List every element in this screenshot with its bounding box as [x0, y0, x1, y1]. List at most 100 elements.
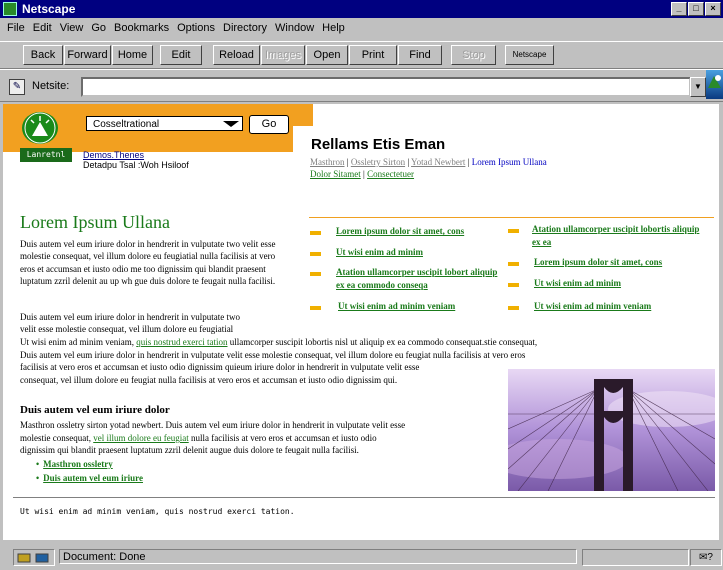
dropdown-arrow-icon	[223, 121, 239, 127]
related-links: Masthron | Ossletry Sirton | Yotad Newbe…	[310, 157, 547, 179]
status-bar: Document: Done ✉?	[0, 546, 723, 568]
scrollbar[interactable]	[719, 104, 723, 540]
site-logo-icon	[22, 112, 58, 144]
reload-button[interactable]: Reload	[213, 45, 260, 65]
para2-line1: Duis autem vel eum iriure dolor in hendr…	[20, 312, 240, 322]
bullet-link-left-4[interactable]: Ut wisi enim ad minim veniam	[338, 300, 503, 313]
footer-text: Ut wisi enim ad minim veniam, quis nostr…	[20, 507, 295, 516]
para3-line2: molestie consequat, vel illum dolore eu …	[20, 432, 377, 444]
find-button[interactable]: Find	[398, 45, 442, 65]
para3-text: nulla facilisis at vero eros et accumsan…	[190, 433, 377, 443]
menu-options[interactable]: Options	[177, 22, 215, 38]
bullet-icon	[508, 229, 519, 233]
quis-nostrud-link[interactable]: quis nostrud exerci tation	[136, 337, 227, 347]
back-button[interactable]: Back	[23, 45, 63, 65]
bottom-divider	[13, 497, 715, 498]
location-dropdown-icon[interactable]: ▼	[690, 77, 706, 97]
section-subheading: Duis autem vel eum iriure dolor	[20, 404, 170, 416]
bullet-icon	[508, 283, 519, 287]
go-button[interactable]: Go	[249, 115, 289, 134]
related-link-dolor[interactable]: Dolor Sitamet	[310, 169, 361, 179]
bullet-link-right-1[interactable]: Atation ullamcorper uscipit lobortis ali…	[532, 223, 704, 249]
menu-go[interactable]: Go	[91, 22, 106, 38]
para2-text: Ut wisi enim ad minim veniam,	[20, 337, 134, 347]
green-link-label: Duis autem vel eum iriure	[43, 473, 143, 483]
netscape-throbber-icon	[706, 70, 723, 99]
bullet-link-left-1[interactable]: Lorem ipsum dolor sit amet, cons	[336, 225, 496, 238]
menu-file[interactable]: File	[7, 22, 25, 38]
title-bar: Netscape _ □ ×	[0, 0, 723, 18]
section-divider	[309, 217, 714, 218]
home-button[interactable]: Home	[112, 45, 153, 65]
close-button[interactable]: ×	[705, 2, 721, 16]
print-button[interactable]: Print	[349, 45, 397, 65]
bullet-icon	[310, 306, 321, 310]
images-button[interactable]: Images	[261, 45, 305, 65]
related-link-ossletry[interactable]: Ossletry Sirton	[351, 157, 405, 167]
green-link-2[interactable]: • Duis autem vel eum iriure	[36, 473, 143, 483]
mail-icon[interactable]: ✉?	[690, 549, 722, 566]
para3-text: molestie consequat,	[20, 433, 91, 443]
demos-block: Demos.Thenes Detadpu Tsal :Woh Hsiloof	[83, 150, 189, 170]
location-bar: ✎ Netsite: ▼	[0, 69, 723, 102]
demos-link[interactable]: Demos.Thenes	[83, 150, 144, 160]
minimize-button[interactable]: _	[671, 2, 687, 16]
stop-button[interactable]: Stop	[451, 45, 496, 65]
location-input[interactable]	[81, 77, 691, 97]
status-text: Document: Done	[59, 549, 577, 564]
bookmark-page-icon[interactable]: ✎	[9, 79, 25, 95]
demos-subtext: Detadpu Tsal :Woh Hsiloof	[83, 160, 189, 170]
bullet-icon	[508, 262, 519, 266]
bullet-icon	[310, 272, 321, 276]
forward-button[interactable]: Forward	[64, 45, 111, 65]
vel-illum-link[interactable]: vel illum dolore eu feugiat	[93, 433, 188, 443]
security-icon[interactable]	[13, 549, 55, 566]
maximize-button[interactable]: □	[688, 2, 704, 16]
para2-text: ullamcorper suscipit lobortis nisl ut al…	[229, 337, 538, 347]
menu-edit[interactable]: Edit	[33, 22, 52, 38]
para2-line3: Ut wisi enim ad minim veniam, quis nostr…	[20, 336, 537, 348]
menu-bar: File Edit View Go Bookmarks Options Dire…	[0, 22, 346, 38]
menu-window[interactable]: Window	[275, 22, 314, 38]
edit-button[interactable]: Edit	[160, 45, 202, 65]
para2-line5: facilisis at vero eros et accumsan et iu…	[20, 362, 420, 372]
netscape-button[interactable]: Netscape	[505, 45, 554, 65]
green-link-label: Masthron ossletry	[43, 459, 113, 469]
related-title: Rellams Etis Eman	[311, 136, 446, 153]
intro-paragraph: Duis autem vel eum iriure dolor in hendr…	[20, 239, 276, 286]
window-title: Netscape	[22, 2, 76, 16]
menu-bookmarks[interactable]: Bookmarks	[114, 22, 169, 38]
toolbar: Back Forward Home Edit Reload Images Ope…	[0, 41, 723, 69]
page-content: Lanretnl Cosseltrational Go Demos.Thenes…	[3, 104, 719, 540]
menu-directory[interactable]: Directory	[223, 22, 267, 38]
bullet-link-right-4[interactable]: Ut wisi enim ad minim veniam	[534, 300, 704, 313]
location-label: Netsite:	[32, 80, 70, 92]
progress-cell	[582, 549, 689, 566]
bullet-link-left-2[interactable]: Ut wisi enim ad minim	[336, 246, 496, 259]
para2-line2: velit esse molestie consequat, vel illum…	[20, 324, 234, 334]
related-link-consectetuer[interactable]: Consectetuer	[367, 169, 414, 179]
menu-help[interactable]: Help	[322, 22, 345, 38]
bullet-link-right-2[interactable]: Lorem ipsum dolor sit amet, cons	[534, 256, 704, 269]
related-link-lorem[interactable]: Lorem Ipsum Ullana	[472, 157, 547, 167]
para2-line4: Duis autem vel eum iriure dolor in hendr…	[20, 350, 526, 360]
bridge-photo	[508, 369, 715, 491]
related-link-masthron[interactable]: Masthron	[310, 157, 345, 167]
netscape-logo-icon	[3, 2, 17, 16]
menu-view[interactable]: View	[60, 22, 84, 38]
page-heading: Lorem Ipsum Ullana	[20, 212, 170, 232]
bullet-link-right-3[interactable]: Ut wisi enim ad minim	[534, 277, 704, 290]
para3-line3: dignissim qui blandit praesent luptatum …	[20, 445, 359, 455]
bullet-icon	[310, 231, 321, 235]
para3-line1: Masthron ossletry sirton yotad newbert. …	[20, 420, 406, 430]
site-select-value: Cosseltrational	[93, 119, 160, 130]
bullet-link-left-3[interactable]: Atation ullamcorper uscipit lobort aliqu…	[336, 266, 501, 292]
open-button[interactable]: Open	[306, 45, 348, 65]
green-link-1[interactable]: • Masthron ossletry	[36, 459, 113, 469]
related-link-yotad[interactable]: Yotad Newbert	[411, 157, 465, 167]
site-select[interactable]: Cosseltrational	[86, 116, 243, 131]
banner-tab	[293, 104, 313, 126]
bullet-icon	[310, 252, 321, 256]
bullet-icon	[508, 306, 519, 310]
site-badge: Lanretnl	[20, 148, 72, 162]
